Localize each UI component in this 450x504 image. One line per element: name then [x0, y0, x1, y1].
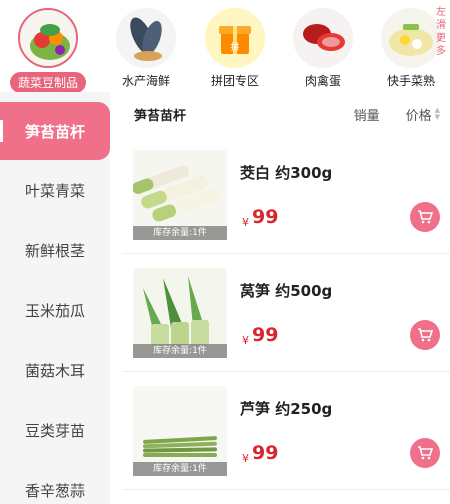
- stock-remaining: 库存余量:1件: [133, 462, 227, 476]
- top-category-label: 拼团专区: [210, 74, 259, 88]
- product-card[interactable]: 库存余量:1件 茭白 约300g ¥ 99: [122, 136, 450, 254]
- top-category-label: 水产海鲜: [121, 74, 170, 88]
- currency-symbol: ¥: [242, 334, 249, 347]
- stock-remaining: 库存余量:1件: [133, 226, 227, 240]
- add-to-cart-button[interactable]: [410, 438, 440, 468]
- sort-bar: 笋苔苗杆 销量 价格 ▲ ▼: [122, 92, 450, 136]
- top-category-vegetables[interactable]: 蔬菜豆制品: [3, 8, 93, 92]
- seafood-thumbnail: [116, 8, 176, 68]
- product-name: 茭白 约300g: [240, 164, 333, 182]
- swipe-more-hint: 左滑更多: [436, 7, 446, 57]
- sort-by-price-label: 价格: [405, 108, 432, 124]
- product-card[interactable]: 库存余量:1件 芦笋 约250g ¥ 99: [122, 372, 450, 490]
- sort-by-sales[interactable]: 销量: [354, 105, 380, 124]
- product-name: 莴笋 约500g: [240, 282, 333, 300]
- product-price: 99: [252, 442, 279, 464]
- sort-by-price[interactable]: 价格 ▲ ▼: [406, 105, 440, 124]
- sort-arrows-icon: ▲ ▼: [434, 106, 440, 121]
- stock-remaining: 库存余量:1件: [133, 344, 227, 358]
- currency-symbol: ¥: [242, 216, 249, 229]
- product-price: 99: [252, 206, 279, 228]
- top-category-label: 肉禽蛋: [304, 74, 341, 88]
- add-to-cart-button[interactable]: [410, 320, 440, 350]
- top-category-label: 快手菜熟: [386, 74, 435, 88]
- cart-icon: [418, 446, 433, 460]
- svg-text:拼: 拼: [230, 41, 239, 53]
- cart-icon: [418, 210, 433, 224]
- vegetables-thumbnail: [18, 8, 78, 68]
- product-list-panel: 笋苔苗杆 销量 价格 ▲ ▼ 库存余量:1件 茭白 约300g ¥ 99 库存余…: [122, 92, 450, 504]
- product-name: 芦笋 约250g: [240, 400, 333, 418]
- sidebar-item-root-vegetables[interactable]: 新鲜根茎: [0, 220, 110, 280]
- subcategory-sidebar: 笋苔苗杆 叶菜青菜 新鲜根茎 玉米茄瓜 菌菇木耳 豆类芽苗 香辛葱蒜: [0, 92, 110, 504]
- add-to-cart-button[interactable]: [410, 202, 440, 232]
- gift-icon: 拼: [205, 8, 265, 68]
- sidebar-item-corn-eggplant-melon[interactable]: 玉米茄瓜: [0, 280, 110, 340]
- cart-icon: [418, 328, 433, 342]
- meat-thumbnail: [293, 8, 353, 68]
- sidebar-item-beans-sprouts[interactable]: 豆类芽苗: [0, 400, 110, 460]
- sidebar-item-shoots-stems[interactable]: 笋苔苗杆: [0, 102, 110, 160]
- top-category-meat-eggs[interactable]: 肉禽蛋: [278, 8, 368, 89]
- sidebar-item-leafy-greens[interactable]: 叶菜青菜: [0, 160, 110, 220]
- product-price: 99: [252, 324, 279, 346]
- top-category-label: 蔬菜豆制品: [9, 72, 86, 92]
- current-category-title: 笋苔苗杆: [134, 108, 187, 124]
- top-category-strip: 蔬菜豆制品 水产海鲜 拼 拼团专区 肉禽蛋 快手菜熟 左滑更多: [0, 0, 450, 92]
- sidebar-item-mushrooms-fungus[interactable]: 菌菇木耳: [0, 340, 110, 400]
- sidebar-item-spices-onion-garlic[interactable]: 香辛葱蒜: [0, 460, 110, 504]
- top-category-group-buy[interactable]: 拼 拼团专区: [190, 8, 280, 89]
- top-category-seafood[interactable]: 水产海鲜: [101, 8, 191, 89]
- currency-symbol: ¥: [242, 452, 249, 465]
- product-card[interactable]: 库存余量:1件 莴笋 约500g ¥ 99: [122, 254, 450, 372]
